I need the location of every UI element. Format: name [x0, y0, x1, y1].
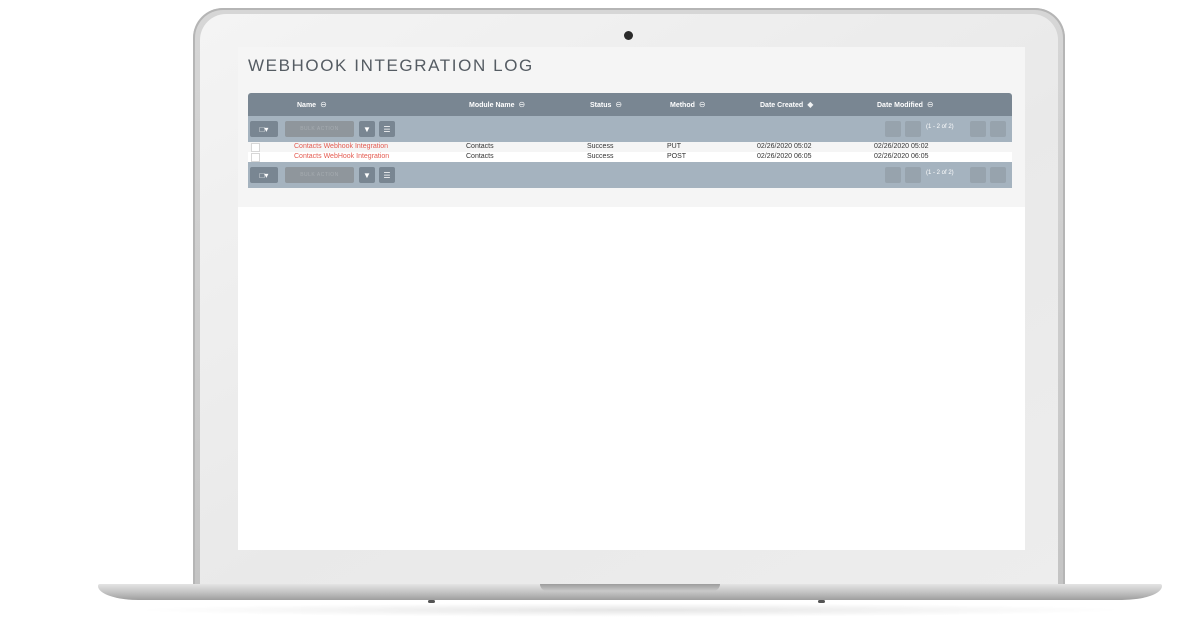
column-chooser-button[interactable]: ☰	[379, 121, 395, 137]
checkbox-dropdown-icon: □▾	[259, 124, 269, 134]
row-checkbox[interactable]	[251, 143, 260, 152]
last-page-button[interactable]	[990, 167, 1006, 183]
log-table: Name ⊖ Module Name ⊖ Status ⊖ Method ⊖ Date …	[248, 93, 1012, 188]
next-page-button[interactable]	[970, 121, 986, 137]
column-header-date-created[interactable]: Date Created ◆	[760, 100, 813, 109]
first-page-button[interactable]	[885, 167, 901, 183]
filter-button[interactable]: ▼	[359, 167, 375, 183]
column-header-method[interactable]: Method ⊖	[670, 100, 706, 109]
filter-icon: ▼	[363, 170, 371, 180]
column-header-module-name[interactable]: Module Name ⊖	[469, 100, 525, 109]
sort-icon[interactable]: ⊖	[519, 100, 526, 109]
checkbox-dropdown-icon: □▾	[259, 170, 269, 180]
row-checkbox[interactable]	[251, 153, 260, 162]
bottom-action-bar: □▾ BULK ACTION ▼ ☰ (1 - 2 of 2)	[248, 162, 1012, 188]
first-page-button[interactable]	[885, 121, 901, 137]
next-page-button[interactable]	[970, 167, 986, 183]
status-cell: Success	[587, 143, 614, 150]
sort-icon[interactable]: ⊖	[615, 100, 622, 109]
date-modified-cell: 02/26/2020 06:05	[874, 153, 929, 160]
table-header: Name ⊖ Module Name ⊖ Status ⊖ Method ⊖ Date …	[248, 93, 1012, 116]
table-row: Contacts Webhook Integration Contacts Su…	[248, 142, 1012, 152]
previous-page-button[interactable]	[905, 167, 921, 183]
list-icon: ☰	[383, 124, 391, 134]
column-header-date-modified[interactable]: Date Modified ⊖	[877, 100, 934, 109]
date-created-cell: 02/26/2020 05:02	[757, 143, 812, 150]
method-cell: POST	[667, 153, 687, 160]
column-header-name[interactable]: Name ⊖	[297, 100, 327, 109]
pagination-count: (1 - 2 of 2)	[926, 170, 954, 176]
filter-button[interactable]: ▼	[359, 121, 375, 137]
date-modified-cell: 02/26/2020 05:02	[874, 143, 929, 150]
sort-icon[interactable]: ⊖	[320, 100, 327, 109]
bulk-action-button[interactable]: BULK ACTION	[285, 121, 354, 137]
select-dropdown-button[interactable]: □▾	[250, 121, 278, 137]
table-row: Contacts WebHook Integration Contacts Su…	[248, 152, 1012, 162]
column-header-status[interactable]: Status ⊖	[590, 100, 622, 109]
last-page-button[interactable]	[990, 121, 1006, 137]
laptop-notch	[540, 584, 720, 591]
laptop-screen: WEBHOOK INTEGRATION LOG Name ⊖ Module Nam…	[238, 47, 1025, 550]
pagination-count: (1 - 2 of 2)	[926, 124, 954, 130]
laptop-foot	[818, 600, 825, 603]
list-view-panel: WEBHOOK INTEGRATION LOG Name ⊖ Module Nam…	[238, 47, 1025, 207]
sort-icon[interactable]: ⊖	[927, 100, 934, 109]
module-name-cell: Contacts	[466, 143, 494, 150]
column-chooser-button[interactable]: ☰	[379, 167, 395, 183]
bulk-action-button[interactable]: BULK ACTION	[285, 167, 354, 183]
module-name-cell: Contacts	[466, 153, 494, 160]
top-action-bar: □▾ BULK ACTION ▼ ☰ (1 - 2 of 2)	[248, 116, 1012, 142]
sort-icon[interactable]: ◆	[807, 100, 813, 109]
filter-icon: ▼	[363, 124, 371, 134]
list-icon: ☰	[383, 170, 391, 180]
laptop-foot	[428, 600, 435, 603]
method-cell: PUT	[667, 143, 681, 150]
date-created-cell: 02/26/2020 06:05	[757, 153, 812, 160]
record-name-link[interactable]: Contacts Webhook Integration	[294, 143, 388, 150]
select-dropdown-button[interactable]: □▾	[250, 167, 278, 183]
previous-page-button[interactable]	[905, 121, 921, 137]
page-title: WEBHOOK INTEGRATION LOG	[248, 56, 534, 75]
laptop-shadow	[130, 603, 1130, 617]
record-name-link[interactable]: Contacts WebHook Integration	[294, 153, 389, 160]
status-cell: Success	[587, 153, 614, 160]
webcam-icon	[624, 31, 633, 40]
sort-icon[interactable]: ⊖	[699, 100, 706, 109]
